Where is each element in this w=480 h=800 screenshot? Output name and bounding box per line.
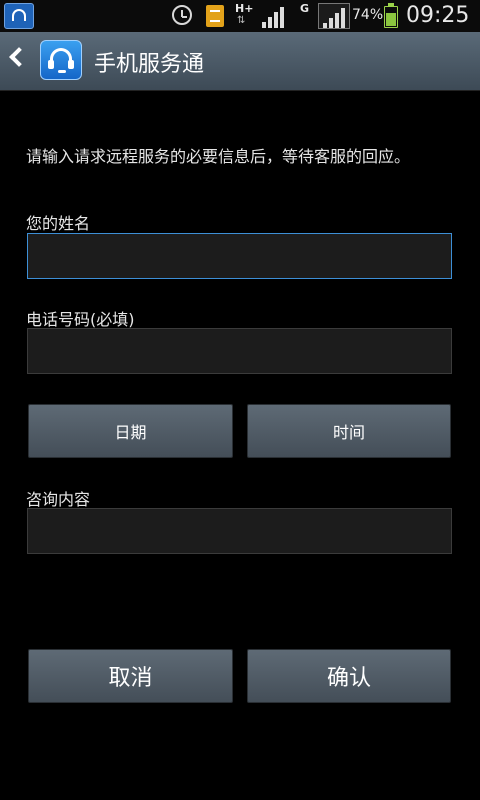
phone-input[interactable] [27,328,452,374]
back-chevron-icon[interactable] [9,47,29,67]
inquiry-input[interactable] [27,508,452,554]
time-button[interactable]: 时间 [247,404,451,458]
network-type-g: G [300,2,310,15]
instructions-text: 请输入请求远程服务的必要信息后，等待客服的回应。 [26,147,411,166]
signal-icon-secondary [318,3,350,29]
confirm-button[interactable]: 确认 [247,649,451,703]
battery-percent: 74% [352,7,384,23]
page-title: 手机服务通 [94,52,205,77]
status-time: 09:25 [406,3,470,28]
app-notification-icon [4,3,34,29]
network-type-hplus: H+ [235,2,254,15]
alarm-icon [172,5,192,25]
headset-icon[interactable] [40,40,82,80]
name-input[interactable] [27,233,452,279]
name-label: 您的姓名 [26,214,91,233]
phone-label: 电话号码(必填) [26,310,135,329]
inquiry-label: 咨询内容 [26,490,91,509]
signal-icon [262,6,286,28]
sim-card-icon [206,5,224,27]
data-activity-icon: ⇅ [237,15,245,26]
date-button[interactable]: 日期 [28,404,233,458]
battery-icon [384,3,398,28]
cancel-button[interactable]: 取消 [28,649,233,703]
action-bar: 手机服务通 [0,32,480,91]
status-bar: H+ ⇅ G 74% 09:25 [0,0,480,32]
